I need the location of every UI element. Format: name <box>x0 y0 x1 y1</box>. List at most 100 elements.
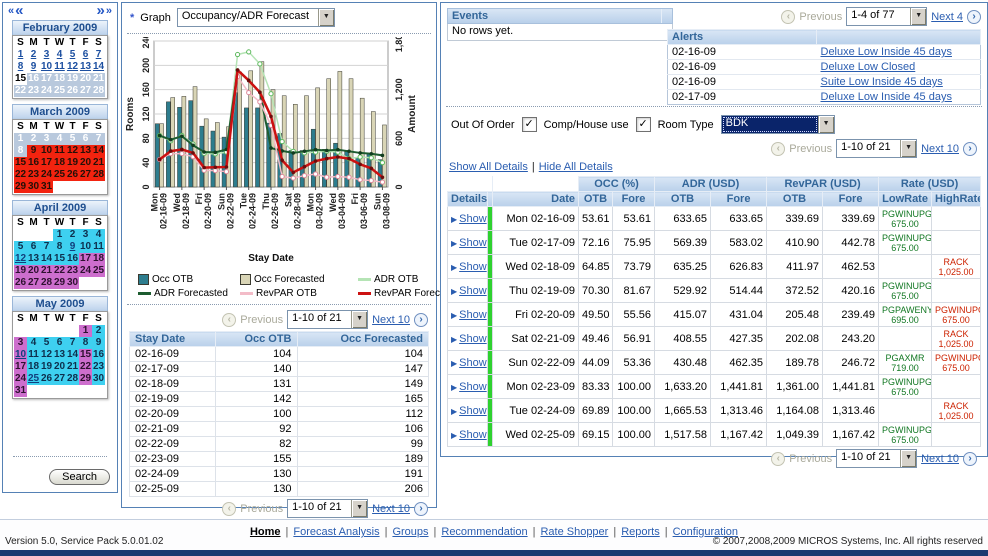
svg-text:240: 240 <box>141 37 151 49</box>
next-page-icon[interactable]: › <box>967 10 981 24</box>
next-month-icon[interactable]: » <box>97 5 105 17</box>
column-header-lowrate[interactable]: LowRate <box>879 192 932 207</box>
next-page-link[interactable]: Next 10 <box>372 503 410 515</box>
dropdown-arrow-icon[interactable]: ▼ <box>900 140 916 157</box>
value-cell: 462.35 <box>711 351 767 375</box>
show-details-link[interactable]: Show <box>459 309 487 321</box>
comp-house-checkbox[interactable]: ✓ <box>636 117 651 132</box>
first-page-icon[interactable]: « <box>8 5 14 17</box>
calendar-day[interactable]: 12 <box>66 61 79 73</box>
calendar-day[interactable]: 8 <box>14 61 27 73</box>
show-arrow-icon: ▶ <box>451 359 457 368</box>
show-all-details-link[interactable]: Show All Details <box>449 161 528 173</box>
value-cell: 1,049.39 <box>767 423 823 447</box>
column-header-stay-date[interactable]: Stay Date <box>130 332 216 347</box>
dropdown-arrow-icon[interactable]: ▼ <box>351 500 367 517</box>
calendar-day[interactable]: 7 <box>92 49 105 61</box>
dropdown-arrow-icon[interactable]: ▼ <box>351 311 367 328</box>
calendar-day[interactable]: 1 <box>14 49 27 61</box>
calendar-day[interactable]: 10 <box>40 61 53 73</box>
column-header-highrate[interactable]: HighRate <box>932 192 981 207</box>
show-details-link[interactable]: Show <box>459 285 487 297</box>
footer-nav-rate-shopper[interactable]: Rate Shopper <box>540 526 608 538</box>
nav-separator: | <box>385 526 388 538</box>
last-page-icon[interactable]: » <box>106 5 112 17</box>
footer-nav-home[interactable]: Home <box>250 526 281 538</box>
column-header-otb[interactable]: OTB <box>655 192 711 207</box>
next-page-link[interactable]: Next 10 <box>372 314 410 326</box>
graph-type-select[interactable]: Occupancy/ADR Forecast ▼ <box>177 8 335 27</box>
calendar-day[interactable]: 6 <box>79 49 92 61</box>
calendar-day[interactable]: 12 <box>14 253 27 265</box>
low-rate-cell: PGWINUPG675.00 <box>879 423 932 447</box>
show-details-link[interactable]: Show <box>459 213 487 225</box>
page-range-select[interactable]: 1-10 of 21▼ <box>836 139 917 158</box>
room-type-select[interactable]: BDK ▼ <box>721 115 835 134</box>
previous-month-icon[interactable]: « <box>15 5 23 17</box>
calendar-day[interactable]: 13 <box>79 61 92 73</box>
page-range-select[interactable]: 1-10 of 21▼ <box>287 499 368 518</box>
footer-nav-forecast-analysis[interactable]: Forecast Analysis <box>293 526 379 538</box>
next-page-icon[interactable]: › <box>963 142 977 156</box>
calendar-day: 5 <box>66 133 79 145</box>
footer-nav-groups[interactable]: Groups <box>392 526 428 538</box>
footer-nav-recommendation[interactable]: Recommendation <box>441 526 527 538</box>
calendar-day[interactable]: 25 <box>27 373 40 385</box>
show-details-link[interactable]: Show <box>459 237 487 249</box>
show-details-link[interactable]: Show <box>459 261 487 273</box>
calendar-day[interactable]: 9 <box>66 241 79 253</box>
calendar-day: 1 <box>14 133 27 145</box>
calendar-day[interactable]: 9 <box>27 61 40 73</box>
column-header-otb[interactable]: OTB <box>579 192 613 207</box>
out-of-order-checkbox[interactable]: ✓ <box>522 117 537 132</box>
calendar-day[interactable]: 10 <box>14 349 27 361</box>
stay-table-pagination: ‹Previous1-10 of 21▼Next 10› <box>222 499 428 518</box>
column-header-date[interactable]: Date <box>493 192 579 207</box>
alert-link[interactable]: Deluxe Low Inside 45 days <box>821 46 952 58</box>
footer-nav-reports[interactable]: Reports <box>621 526 660 538</box>
next-page-icon[interactable]: › <box>963 452 977 466</box>
calendar-day: 29 <box>79 373 92 385</box>
show-arrow-icon: ▶ <box>451 287 457 296</box>
column-header-occ-otb[interactable]: Occ OTB <box>215 332 297 347</box>
next-page-icon[interactable]: › <box>414 502 428 516</box>
column-header-otb[interactable]: OTB <box>767 192 823 207</box>
show-details-link[interactable]: Show <box>459 429 487 441</box>
dropdown-arrow-icon[interactable]: ▼ <box>318 9 334 26</box>
column-header-occ-forecasted[interactable]: Occ Forecasted <box>297 332 428 347</box>
page-range-select[interactable]: 1-4 of 77▼ <box>846 7 927 26</box>
next-page-link[interactable]: Next 4 <box>931 11 963 23</box>
calendar-day[interactable]: 4 <box>53 49 66 61</box>
calendar-day[interactable]: 2 <box>27 49 40 61</box>
forecast-chart-area: 0408012016020024006001,2001,800RoomsAmou… <box>122 37 436 274</box>
column-header-fore[interactable]: Fore <box>823 192 879 207</box>
show-arrow-icon: ▶ <box>451 335 457 344</box>
value-cell: 81.67 <box>613 279 655 303</box>
calendar-day[interactable]: 5 <box>66 49 79 61</box>
show-details-link[interactable]: Show <box>459 357 487 369</box>
next-page-link[interactable]: Next 10 <box>921 453 959 465</box>
alert-link[interactable]: Deluxe Low Closed <box>821 61 916 73</box>
column-header-details[interactable]: Details <box>448 192 488 207</box>
calendar-day[interactable]: 11 <box>53 61 66 73</box>
dropdown-arrow-icon[interactable]: ▼ <box>900 450 916 467</box>
alert-link[interactable]: Suite Low Inside 45 days <box>821 76 943 88</box>
hide-all-details-link[interactable]: Hide All Details <box>539 161 613 173</box>
show-details-link[interactable]: Show <box>459 381 487 393</box>
column-header-fore[interactable]: Fore <box>711 192 767 207</box>
calendar-month: April 2009SMTWTFS12345678910111213141516… <box>12 200 108 291</box>
date-cell: Mon 02-16-09 <box>493 207 579 231</box>
calendar-day[interactable]: 3 <box>40 49 53 61</box>
alert-link[interactable]: Deluxe Low Inside 45 days <box>821 91 952 103</box>
dropdown-arrow-icon[interactable]: ▼ <box>910 8 926 25</box>
show-details-link[interactable]: Show <box>459 333 487 345</box>
dropdown-arrow-icon[interactable]: ▼ <box>818 116 834 133</box>
search-button[interactable]: Search <box>49 469 110 485</box>
show-details-link[interactable]: Show <box>459 405 487 417</box>
column-header-fore[interactable]: Fore <box>613 192 655 207</box>
page-range-select[interactable]: 1-10 of 21▼ <box>836 449 917 468</box>
next-page-icon[interactable]: › <box>414 313 428 327</box>
calendar-day[interactable]: 14 <box>92 61 105 73</box>
page-range-select[interactable]: 1-10 of 21▼ <box>287 310 368 329</box>
next-page-link[interactable]: Next 10 <box>921 143 959 155</box>
